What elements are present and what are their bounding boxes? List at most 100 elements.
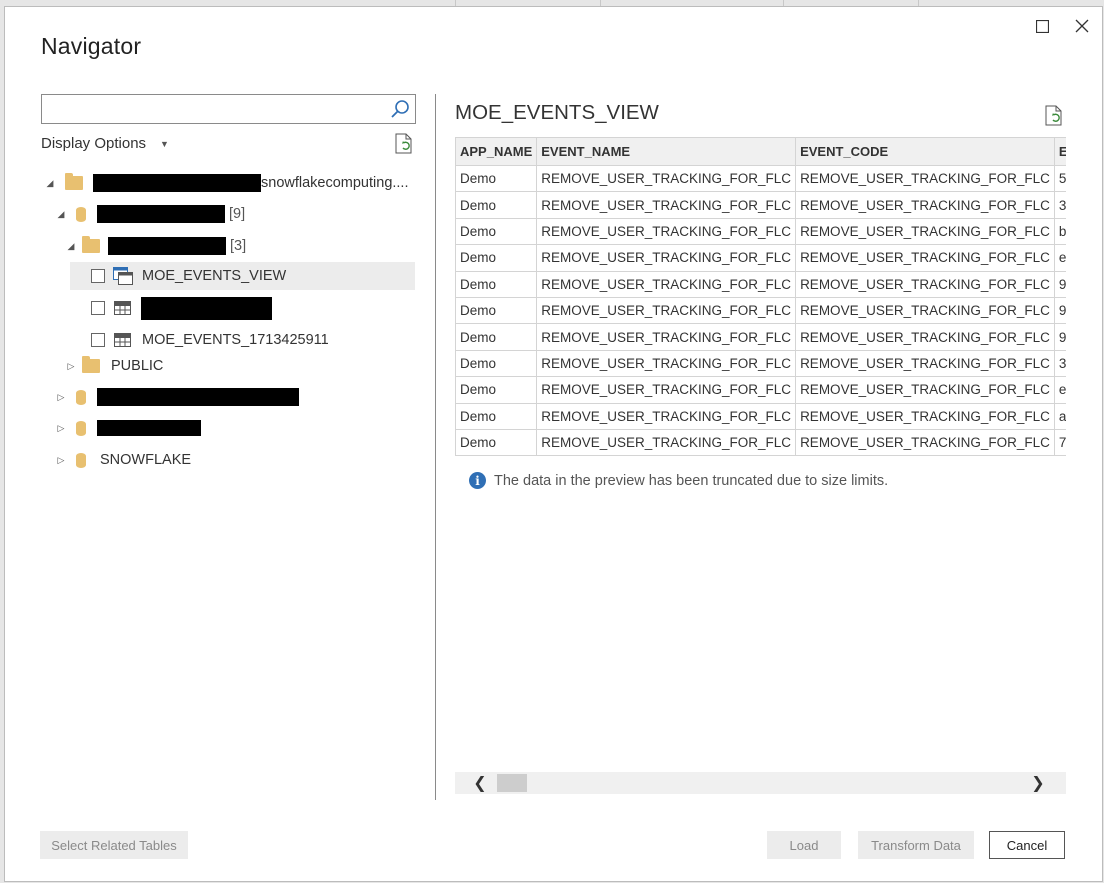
table-cell: Demo — [455, 191, 538, 219]
checkbox[interactable] — [91, 301, 105, 315]
redacted-block — [108, 237, 226, 255]
scrollbar-thumb[interactable] — [497, 774, 527, 792]
table-cell: REMOVE_USER_TRACKING_FOR_FLC — [795, 270, 1055, 298]
table-cell: REMOVE_USER_TRACKING_FOR_FLC — [795, 428, 1055, 457]
table-row: Demo REMOVE_USER_TRACKING_FOR_FLC REMOVE_U… — [455, 402, 1066, 430]
database-item-count: [9] — [229, 206, 246, 222]
column-header[interactable]: EVENT_CODE — [795, 137, 1055, 166]
table-cell: REMOVE_USER_TRACKING_FOR_FLC — [536, 376, 797, 404]
table-cell: REMOVE_USER_TRACKING_FOR_FLC — [536, 349, 797, 378]
collapse-arrow-icon[interactable]: ◢ — [56, 209, 66, 219]
table-cell: Demo — [455, 217, 538, 246]
table-cell: REMOVE_USER_TRACKING_FOR_FLC — [536, 164, 797, 193]
tree-item-moe-events-table[interactable]: MOE_EVENTS_1713425911 — [70, 326, 329, 354]
table-cell: REMOVE_USER_TRACKING_FOR_FLC — [795, 191, 1055, 219]
scroll-right-icon[interactable]: ❯ — [1027, 772, 1049, 794]
redacted-block — [93, 174, 261, 192]
tree-item-label: MOE_EVENTS_1713425911 — [142, 332, 329, 348]
table-cell: Demo — [455, 428, 538, 457]
table-row: Demo REMOVE_USER_TRACKING_FOR_FLC REMOVE_U… — [455, 428, 1066, 457]
table-icon — [114, 301, 131, 315]
table-cell: REMOVE_USER_TRACKING_FOR_FLC — [536, 191, 797, 219]
folder-icon — [82, 236, 100, 253]
table-icon — [114, 333, 131, 347]
database-icon — [76, 389, 86, 405]
table-cell: 9d51dc — [1053, 323, 1066, 351]
table-cell: Demo — [455, 402, 538, 430]
table-cell: REMOVE_USER_TRACKING_FOR_FLC — [536, 323, 797, 351]
dialog-title: Navigator — [41, 33, 142, 59]
search-input[interactable] — [42, 95, 382, 123]
tree-node-snowflake[interactable]: ▷ SNOWFLAKE — [56, 446, 192, 474]
refresh-tree-icon[interactable] — [394, 133, 414, 155]
tree-item-table-redacted[interactable] — [70, 294, 272, 322]
table-cell: 750e31 — [1053, 428, 1066, 457]
folder-icon — [82, 356, 100, 373]
search-box[interactable] — [41, 94, 416, 124]
database-icon — [76, 452, 86, 468]
redacted-block — [141, 296, 272, 320]
table-row: Demo REMOVE_USER_TRACKING_FOR_FLC REMOVE_U… — [455, 323, 1066, 351]
table-cell: a5ca9d — [1053, 402, 1066, 430]
table-cell: Demo — [455, 323, 538, 351]
checkbox[interactable] — [91, 333, 105, 347]
table-cell: ba8ffce — [1053, 217, 1066, 246]
table-row: Demo REMOVE_USER_TRACKING_FOR_FLC REMOVE_U… — [455, 244, 1066, 272]
table-cell: REMOVE_USER_TRACKING_FOR_FLC — [536, 402, 797, 430]
table-row: Demo REMOVE_USER_TRACKING_FOR_FLC REMOVE_U… — [455, 191, 1066, 219]
preview-title: MOE_EVENTS_VIEW — [455, 101, 659, 124]
truncation-notice: i The data in the preview has been trunc… — [469, 472, 888, 489]
info-icon: i — [469, 472, 486, 489]
select-related-tables-button[interactable]: Select Related Tables — [40, 831, 188, 859]
column-header[interactable]: APP_NAME — [455, 137, 538, 166]
schema-item-count: [3] — [230, 238, 247, 254]
display-options-label: Display Options — [41, 135, 147, 152]
truncation-text: The data in the preview has been truncat… — [494, 472, 889, 489]
expand-arrow-icon[interactable]: ▷ — [56, 392, 66, 402]
table-row: Demo REMOVE_USER_TRACKING_FOR_FLC REMOVE_U… — [455, 164, 1066, 193]
table-row: Demo REMOVE_USER_TRACKING_FOR_FLC REMOVE_U… — [455, 349, 1066, 378]
scroll-left-icon[interactable]: ❮ — [469, 772, 491, 794]
search-icon[interactable] — [389, 98, 411, 120]
table-cell: e91545 — [1053, 244, 1066, 272]
tree-node-schema[interactable]: ◢ [3] — [66, 232, 246, 260]
refresh-preview-icon[interactable] — [1044, 105, 1064, 127]
view-icon — [113, 267, 133, 285]
expand-arrow-icon[interactable]: ▷ — [56, 455, 66, 465]
tree-node-database-redacted-1[interactable]: ▷ — [56, 383, 299, 411]
column-header[interactable]: EVENT_ — [1053, 137, 1066, 166]
tree-node-public[interactable]: ▷ PUBLIC — [66, 352, 163, 380]
column-header[interactable]: EVENT_NAME — [536, 137, 797, 166]
table-cell: Demo — [455, 376, 538, 404]
load-button[interactable]: Load — [767, 831, 841, 859]
collapse-arrow-icon[interactable]: ◢ — [66, 241, 76, 251]
table-cell: REMOVE_USER_TRACKING_FOR_FLC — [795, 164, 1055, 193]
tree-node-database-redacted-2[interactable]: ▷ — [56, 414, 201, 442]
maximize-icon[interactable] — [1031, 15, 1053, 37]
pane-divider[interactable] — [435, 94, 436, 800]
expand-arrow-icon[interactable]: ▷ — [56, 423, 66, 433]
collapse-arrow-icon[interactable]: ◢ — [45, 178, 55, 188]
tree-node-server[interactable]: ◢ snowflakecomputing.... — [45, 169, 409, 197]
horizontal-scrollbar[interactable]: ❮ ❯ — [455, 772, 1066, 794]
table-cell: REMOVE_USER_TRACKING_FOR_FLC — [536, 244, 797, 272]
table-cell: REMOVE_USER_TRACKING_FOR_FLC — [795, 402, 1055, 430]
table-cell: Demo — [455, 244, 538, 272]
table-cell: 9e8deb — [1053, 270, 1066, 298]
display-options-dropdown[interactable]: Display Options ▼ — [41, 135, 169, 152]
close-icon[interactable] — [1071, 15, 1093, 37]
tree-item-moe-events-view[interactable]: MOE_EVENTS_VIEW — [70, 262, 415, 290]
table-row: Demo REMOVE_USER_TRACKING_FOR_FLC REMOVE_U… — [455, 376, 1066, 404]
table-cell: REMOVE_USER_TRACKING_FOR_FLC — [536, 217, 797, 246]
cancel-button[interactable]: Cancel — [989, 831, 1065, 859]
preview-grid[interactable]: APP_NAMEEVENT_NAMEEVENT_CODEEVENT_ DemoR… — [455, 137, 1066, 457]
table-cell: eac40b — [1053, 376, 1066, 404]
redacted-block — [97, 388, 299, 406]
expand-arrow-icon[interactable]: ▷ — [66, 361, 76, 371]
tree-item-label: MOE_EVENTS_VIEW — [142, 268, 287, 284]
transform-data-button[interactable]: Transform Data — [858, 831, 974, 859]
tree-node-database[interactable]: ◢ [9] — [56, 200, 245, 228]
checkbox[interactable] — [91, 269, 105, 283]
redacted-block — [97, 420, 201, 436]
table-cell: Demo — [455, 349, 538, 378]
